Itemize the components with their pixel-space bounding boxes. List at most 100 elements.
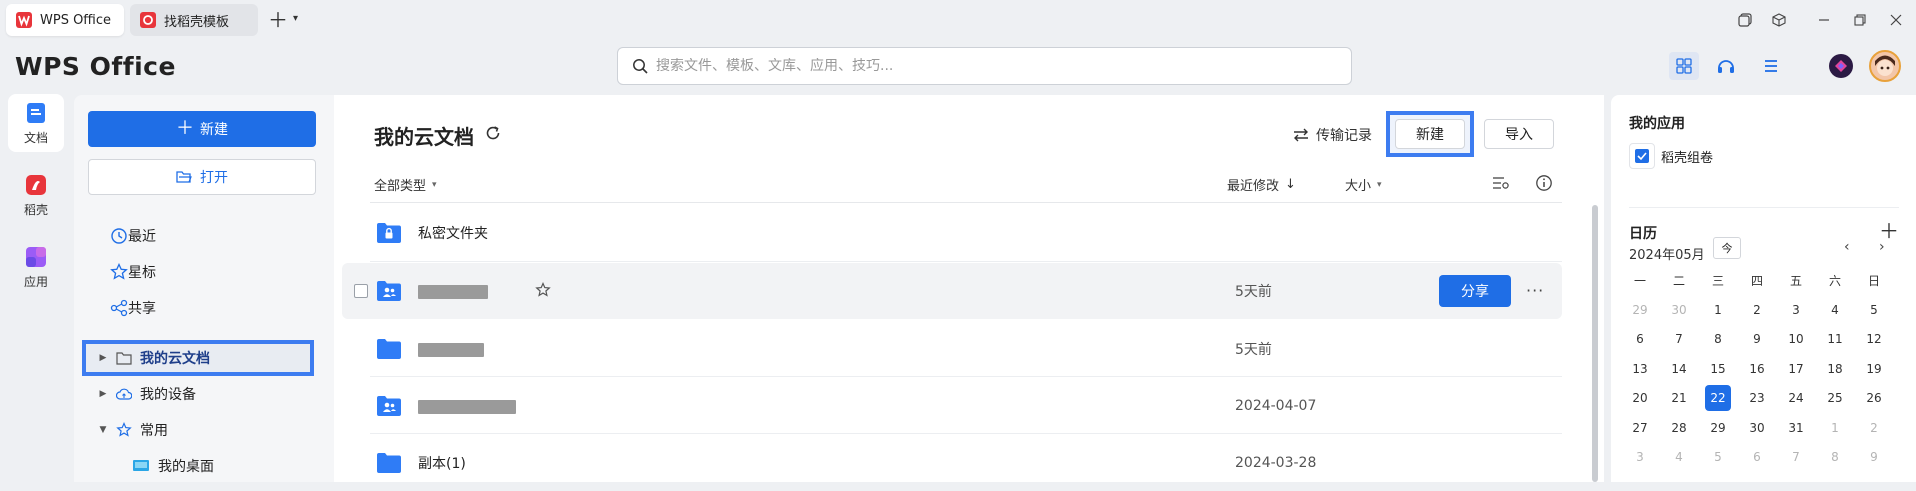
star-icon (110, 263, 128, 281)
star-outline-icon[interactable] (535, 282, 551, 302)
calendar-day[interactable]: 23 (1744, 385, 1770, 411)
calendar-day[interactable]: 26 (1861, 385, 1887, 411)
calendar-day[interactable]: 29 (1705, 415, 1731, 441)
calendar-day[interactable]: 27 (1627, 415, 1653, 441)
calendar-day[interactable]: 8 (1822, 444, 1848, 470)
my-apps-title: 我的应用 (1629, 116, 1685, 132)
headset-icon[interactable] (1716, 56, 1736, 80)
tab-dropdown-icon[interactable]: ▾ (293, 13, 298, 24)
calendar-day[interactable]: 30 (1744, 415, 1770, 441)
membership-icon[interactable] (1829, 54, 1853, 78)
calendar-day[interactable]: 12 (1861, 326, 1887, 352)
new-tab-button[interactable]: ＋ (268, 10, 288, 30)
calendar-day[interactable]: 2 (1861, 415, 1887, 441)
tree-my-desktop[interactable]: 我的桌面 (132, 452, 214, 480)
calendar-day[interactable]: 5 (1705, 444, 1731, 470)
calendar-day[interactable]: 17 (1783, 356, 1809, 382)
tree-common[interactable]: ▼ 常用 (96, 416, 168, 444)
apps-icon (24, 245, 48, 269)
calendar-day[interactable]: 20 (1627, 385, 1653, 411)
tab-wps-office[interactable]: WPS Office (6, 4, 124, 36)
calendar-day[interactable]: 3 (1627, 444, 1653, 470)
import-button[interactable]: 导入 (1484, 119, 1554, 149)
refresh-icon[interactable] (484, 124, 502, 146)
rail-documents[interactable]: 文档 (8, 94, 64, 152)
calendar-day[interactable]: 1 (1705, 297, 1731, 323)
calendar-day[interactable]: 29 (1627, 297, 1653, 323)
maximize-icon[interactable] (1842, 6, 1878, 34)
calendar-day[interactable]: 4 (1822, 297, 1848, 323)
calendar-day[interactable]: 19 (1861, 356, 1887, 382)
calendar-day-today[interactable]: 22 (1705, 385, 1731, 411)
calendar-day[interactable]: 18 (1822, 356, 1848, 382)
calendar-day[interactable]: 21 (1666, 385, 1692, 411)
column-settings-icon[interactable] (1492, 175, 1510, 195)
rail-docer[interactable]: 稻壳 (8, 166, 64, 224)
tree-my-cloud-docs[interactable]: ▶ 我的云文档 (96, 344, 210, 372)
file-row[interactable]: 副本(1) 2024-03-28 (342, 435, 1562, 491)
search-box[interactable] (617, 47, 1352, 85)
open-button[interactable]: 打开 (88, 159, 316, 195)
close-icon[interactable] (1878, 6, 1914, 34)
calendar-day[interactable]: 7 (1783, 444, 1809, 470)
tree-my-devices[interactable]: ▶ 我的设备 (96, 380, 196, 408)
calendar-day[interactable]: 4 (1666, 444, 1692, 470)
calendar-day[interactable]: 31 (1783, 415, 1809, 441)
file-row[interactable]: 2024-04-07 (342, 378, 1562, 434)
sort-modified-header[interactable]: 最近修改 ↓ (1227, 175, 1296, 194)
calendar-day[interactable]: 3 (1783, 297, 1809, 323)
calendar-day[interactable]: 15 (1705, 356, 1731, 382)
tab-docer-templates[interactable]: 找稻壳模板 (130, 4, 258, 36)
calendar-day[interactable]: 7 (1666, 326, 1692, 352)
calendar-day[interactable]: 9 (1861, 444, 1887, 470)
nav-recent[interactable]: 最近 (110, 223, 156, 249)
main-new-button[interactable]: 新建 (1395, 119, 1465, 149)
app-item-docer-exam[interactable]: 稻壳组卷 (1629, 143, 1713, 169)
calendar-day[interactable]: 10 (1783, 326, 1809, 352)
weekday-header: 日 (1867, 273, 1880, 288)
search-input[interactable] (656, 58, 1351, 74)
calendar-day[interactable]: 14 (1666, 356, 1692, 382)
restore-tabs-icon[interactable] (1727, 6, 1763, 34)
add-event-icon[interactable]: ＋ (1879, 221, 1899, 241)
calendar-day[interactable]: 6 (1744, 444, 1770, 470)
calendar-day[interactable]: 5 (1861, 297, 1887, 323)
next-month-icon[interactable]: › (1879, 239, 1885, 255)
menu-list-icon[interactable] (1762, 57, 1780, 79)
more-icon[interactable]: ··· (1526, 281, 1544, 300)
calendar-day[interactable]: 13 (1627, 356, 1653, 382)
calendar-day[interactable]: 9 (1744, 326, 1770, 352)
calendar-day[interactable]: 30 (1666, 297, 1692, 323)
rail-apps[interactable]: 应用 (8, 238, 64, 296)
file-row-private[interactable]: 私密文件夹 (342, 205, 1562, 261)
calendar-day[interactable]: 25 (1822, 385, 1848, 411)
calendar-day[interactable]: 2 (1744, 297, 1770, 323)
type-filter-dropdown[interactable]: 全部类型 ▾ (374, 175, 437, 194)
calendar-day[interactable]: 1 (1822, 415, 1848, 441)
prev-month-icon[interactable]: ‹ (1844, 239, 1850, 255)
row-checkbox[interactable] (354, 284, 368, 298)
cube-icon[interactable] (1761, 6, 1797, 34)
calendar-day[interactable]: 16 (1744, 356, 1770, 382)
info-icon[interactable] (1535, 174, 1553, 196)
lock-folder-icon (376, 222, 402, 244)
calendar-day[interactable]: 11 (1822, 326, 1848, 352)
scrollbar[interactable] (1592, 205, 1598, 482)
grid-view-icon[interactable] (1669, 52, 1699, 80)
calendar-day[interactable]: 8 (1705, 326, 1731, 352)
calendar-day[interactable]: 28 (1666, 415, 1692, 441)
avatar[interactable] (1869, 50, 1901, 82)
nav-starred[interactable]: 星标 (110, 259, 156, 285)
size-header[interactable]: 大小 ▾ (1345, 175, 1382, 194)
file-row-hovered[interactable]: 5天前 分享 ··· (342, 263, 1562, 319)
calendar-day[interactable]: 24 (1783, 385, 1809, 411)
today-button[interactable]: 今 (1713, 237, 1741, 259)
file-row[interactable]: 5天前 (342, 321, 1562, 377)
nav-shared[interactable]: 共享 (110, 295, 156, 321)
row-divider (370, 433, 1562, 434)
calendar-day[interactable]: 6 (1627, 326, 1653, 352)
new-button[interactable]: ＋ 新建 (88, 111, 316, 147)
minimize-icon[interactable] (1806, 6, 1842, 34)
transfer-records-button[interactable]: 传输记录 (1292, 125, 1372, 145)
share-button[interactable]: 分享 (1439, 275, 1511, 307)
